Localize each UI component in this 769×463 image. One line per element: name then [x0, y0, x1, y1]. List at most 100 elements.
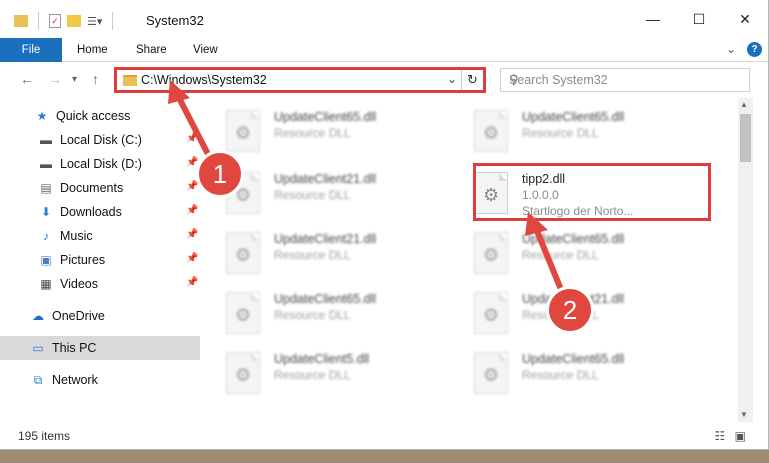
pictures-icon: ▣	[40, 253, 52, 267]
list-item[interactable]: ⚙ UpdateClient65.dll Resource DLL	[204, 284, 434, 344]
sidebar-item-label: Network	[52, 373, 98, 387]
chevron-down-icon[interactable]: ⌄	[447, 72, 457, 86]
folder-icon[interactable]	[14, 15, 28, 27]
gear-icon: ⚙	[483, 365, 500, 385]
drive-icon: ▬	[40, 157, 52, 171]
new-folder-icon[interactable]	[67, 15, 81, 27]
explorer-window: ✓ ☰▾ System32 — ☐ ✕ File Home Share View…	[0, 0, 769, 450]
list-item[interactable]: ⚙ UpdateClient65.dll Resource DLL	[204, 102, 434, 162]
pin-icon[interactable]: 📌	[186, 277, 198, 288]
file-type: Resource DLL	[274, 308, 351, 322]
file-type: Resource DLL	[274, 188, 351, 202]
list-item[interactable]: ⚙ UpdateClient65.dll Resource DLL	[452, 102, 682, 162]
pin-icon[interactable]: 📌	[186, 205, 198, 216]
sidebar-item-videos[interactable]: ▦ Videos 📌	[0, 272, 200, 296]
address-path[interactable]: C:\Windows\System32	[141, 73, 267, 87]
file-name: UpdateClient21.dll	[274, 232, 377, 246]
scrollbar-thumb[interactable]	[740, 114, 751, 162]
customize-toolbar-icon[interactable]: ☰▾	[87, 15, 102, 28]
navigation-pane: ★ Quick access ▬ Local Disk (C:) 📌 ▬ Loc…	[0, 100, 200, 416]
sidebar-item-music[interactable]: ♪ Music 📌	[0, 224, 200, 248]
file-type: Resource DLL	[522, 368, 599, 382]
scroll-down-icon[interactable]: ▼	[740, 410, 748, 419]
details-view-icon[interactable]: ☷	[715, 429, 726, 443]
sidebar-item-network[interactable]: ⧉ Network	[0, 368, 200, 392]
file-type: Resource DLL	[274, 368, 351, 382]
file-name: UpdateClient5.dll	[274, 352, 370, 366]
sidebar-item-label: OneDrive	[52, 309, 105, 323]
dll-file-icon: ⚙	[226, 292, 260, 334]
maximize-button[interactable]: ☐	[676, 0, 722, 38]
expand-ribbon-icon[interactable]: ⌄	[726, 42, 736, 56]
file-name: UpdateClient65.dll	[522, 110, 625, 124]
file-name: UpdateClient21.dll	[274, 172, 377, 186]
back-arrow-icon[interactable]: ←	[20, 71, 34, 87]
list-item[interactable]: ⚙ UpdateClient65.dll Resource DLL	[452, 224, 682, 284]
tab-file[interactable]: File	[0, 38, 62, 62]
minimize-button[interactable]: —	[630, 0, 676, 38]
pin-icon[interactable]: 📌	[186, 253, 198, 264]
file-name: UpdateClient65.dll	[522, 352, 625, 366]
scroll-up-icon[interactable]: ▲	[740, 100, 748, 109]
address-bar[interactable]: C:\Windows\System32 ⌄ ↻	[114, 67, 486, 93]
vertical-scrollbar[interactable]: ▲ ▼	[738, 98, 753, 422]
dll-file-icon: ⚙	[474, 110, 508, 152]
recent-locations-icon[interactable]: ▾	[72, 74, 77, 85]
list-item[interactable]: ⚙ UpdateClient5.dll Resource DLL	[204, 344, 434, 404]
search-icon[interactable]: ⚲	[509, 72, 743, 88]
sidebar-item-pictures[interactable]: ▣ Pictures 📌	[0, 248, 200, 272]
tab-view[interactable]: View	[193, 38, 218, 62]
title-bar: ✓ ☰▾ System32 — ☐ ✕	[0, 0, 768, 38]
ribbon-tabs: File Home Share View ⌄ ?	[0, 38, 768, 62]
gear-icon: ⚙	[235, 305, 252, 325]
sidebar-item-quick-access[interactable]: ★ Quick access	[0, 104, 200, 128]
sidebar-item-label: Local Disk (C:)	[60, 133, 142, 147]
list-item[interactable]: ⚙ UpdateClient21.dll Resource DLL	[204, 224, 434, 284]
tab-share[interactable]: Share	[136, 38, 167, 62]
sidebar-item-label: Pictures	[60, 253, 106, 267]
music-icon: ♪	[43, 229, 49, 243]
step-badge-1: 1	[196, 150, 244, 198]
sidebar-item-local-disk-c[interactable]: ▬ Local Disk (C:) 📌	[0, 128, 200, 152]
drive-icon: ▬	[40, 133, 52, 147]
network-icon: ⧉	[33, 372, 43, 387]
up-arrow-icon[interactable]: ↑	[92, 71, 99, 87]
file-list: ⚙ UpdateClient65.dll Resource DLL ⚙ Upda…	[204, 98, 738, 418]
window-title: System32	[146, 13, 204, 28]
dll-file-icon: ⚙	[474, 352, 508, 394]
videos-icon: ▦	[40, 277, 52, 291]
star-icon: ★	[36, 109, 48, 123]
cloud-icon: ☁	[32, 309, 44, 323]
file-type: Resource DLL	[522, 248, 599, 262]
forward-arrow-icon[interactable]: →	[48, 71, 62, 87]
sidebar-item-onedrive[interactable]: ☁ OneDrive	[0, 304, 200, 328]
separator	[38, 12, 39, 30]
pin-icon[interactable]: 📌	[186, 133, 198, 144]
search-input[interactable]: Search System32 ⚲	[500, 68, 750, 92]
gear-icon: ⚙	[483, 305, 500, 325]
sidebar-item-downloads[interactable]: ⬇ Downloads 📌	[0, 200, 200, 224]
sidebar-item-label: Documents	[60, 181, 124, 195]
navigation-bar: ← → ▾ ↑ C:\Windows\System32 ⌄ ↻ Search S…	[0, 63, 768, 97]
pin-icon[interactable]: 📌	[186, 229, 198, 240]
properties-icon[interactable]: ✓	[49, 14, 61, 28]
refresh-icon[interactable]: ↻	[461, 70, 483, 90]
sidebar-item-documents[interactable]: ▤ Documents 📌	[0, 176, 200, 200]
help-icon[interactable]: ?	[747, 42, 762, 57]
close-button[interactable]: ✕	[722, 0, 768, 38]
sidebar-item-this-pc[interactable]: ▭ This PC	[0, 336, 200, 360]
highlight-box	[473, 163, 711, 221]
tab-home[interactable]: Home	[77, 38, 108, 62]
gear-icon: ⚙	[235, 123, 252, 143]
dll-file-icon: ⚙	[226, 110, 260, 152]
pin-icon[interactable]: 📌	[186, 181, 198, 192]
file-name: UpdateClient65.dll	[274, 292, 377, 306]
large-icons-view-icon[interactable]: ▣	[735, 429, 746, 443]
sidebar-item-local-disk-d[interactable]: ▬ Local Disk (D:) 📌	[0, 152, 200, 176]
dll-file-icon: ⚙	[474, 232, 508, 274]
folder-icon	[123, 75, 137, 86]
list-item[interactable]: ⚙ UpdateClient65.dll Resource DLL	[452, 344, 682, 404]
file-type: Resource DLL	[274, 248, 351, 262]
step-badge-2: 2	[546, 286, 594, 334]
gear-icon: ⚙	[483, 245, 500, 265]
